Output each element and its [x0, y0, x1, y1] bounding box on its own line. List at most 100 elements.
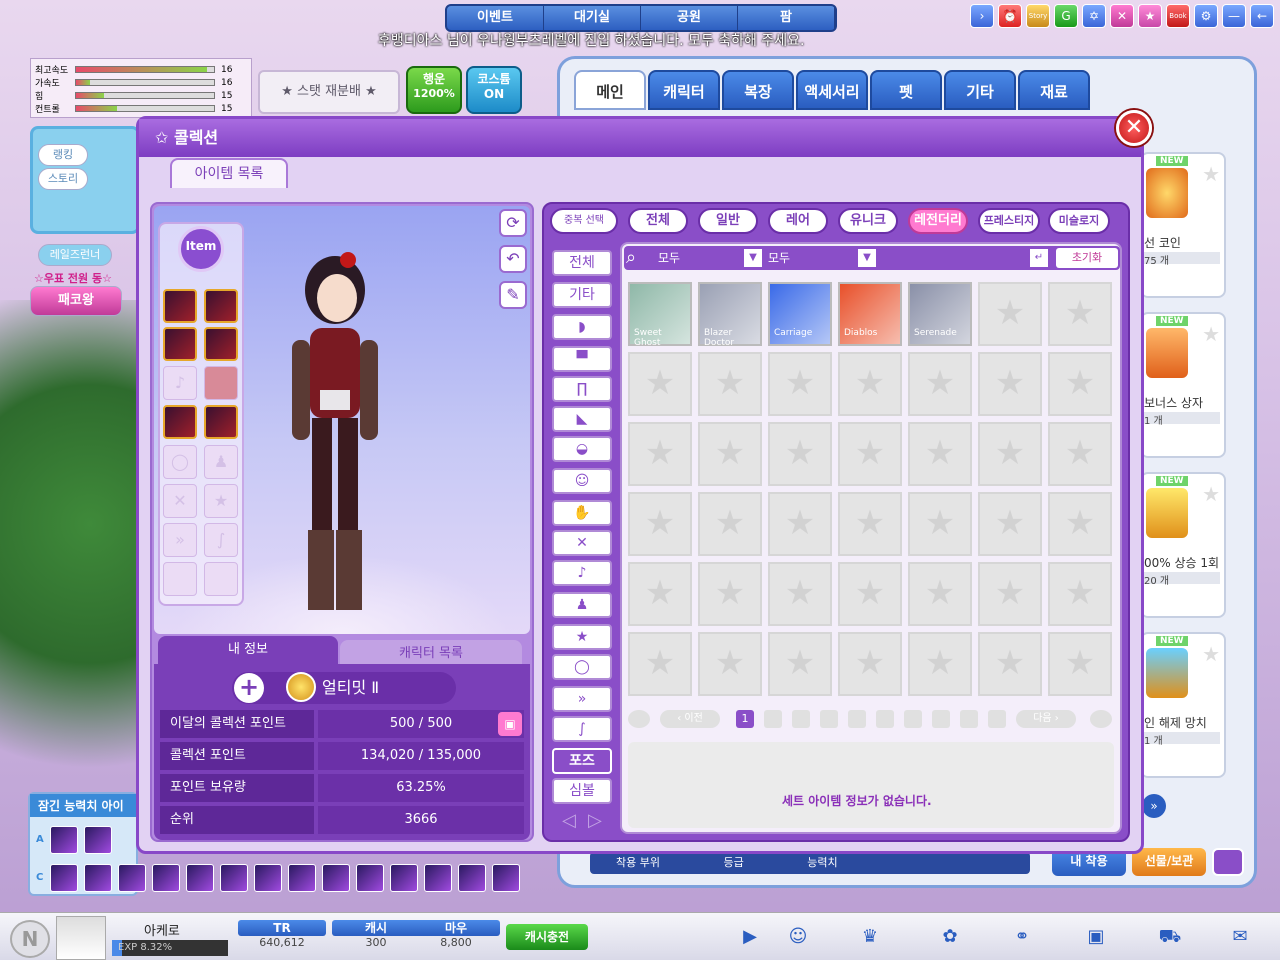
last-page-icon[interactable] [1090, 710, 1112, 728]
tab-pet[interactable]: 펫 [870, 70, 942, 110]
empty-item-slot[interactable]: ★ [838, 562, 902, 626]
empty-item-slot[interactable]: ★ [978, 562, 1042, 626]
cash-charge-button[interactable]: 캐시충전 [506, 924, 588, 950]
minimize-icon[interactable]: — [1222, 4, 1246, 28]
avatar[interactable] [56, 916, 106, 960]
trophy-icon[interactable]: ♛ [858, 926, 882, 948]
arrow-icon[interactable]: » [552, 686, 612, 712]
empty-item-slot[interactable]: ★ [978, 492, 1042, 556]
equip-slot-empty[interactable]: » [163, 523, 197, 557]
close-button[interactable]: ✕ [1116, 110, 1152, 146]
category-symbol[interactable]: 심볼 [552, 778, 612, 804]
next-page-icon[interactable]: » [1142, 794, 1166, 818]
wing-icon[interactable]: ✕ [552, 530, 612, 556]
ability-icon[interactable] [458, 864, 486, 892]
ability-icon[interactable] [220, 864, 248, 892]
empty-item-slot[interactable]: ★ [768, 492, 832, 556]
book-icon[interactable]: Book [1166, 4, 1190, 28]
empty-item-slot[interactable]: ★ [908, 632, 972, 696]
equip-slot[interactable] [163, 327, 197, 361]
favorite-star-icon[interactable]: ★ [1202, 162, 1220, 186]
tab-accessory[interactable]: 액세서리 [796, 70, 868, 110]
first-page-icon[interactable] [628, 710, 650, 728]
ability-icon[interactable] [356, 864, 384, 892]
ability-icon[interactable] [50, 826, 78, 854]
shoes-icon[interactable]: ◣ [552, 406, 612, 432]
ability-icon[interactable] [84, 826, 112, 854]
ability-icon[interactable] [84, 864, 112, 892]
empty-item-slot[interactable]: ★ [698, 352, 762, 416]
empty-item-slot[interactable]: ★ [978, 632, 1042, 696]
empty-item-slot[interactable]: ★ [978, 422, 1042, 486]
empty-item-slot[interactable]: ★ [768, 562, 832, 626]
gift-box-icon[interactable]: ▣ [498, 712, 522, 736]
empty-item-slot[interactable]: ★ [1048, 492, 1112, 556]
tab-my-info[interactable]: 내 정보 [158, 636, 338, 666]
pose-icon[interactable]: ✎ [499, 281, 527, 309]
collection-item[interactable]: Carriage [768, 282, 832, 346]
favorite-star-icon[interactable]: ★ [1202, 322, 1220, 346]
empty-item-slot[interactable]: ★ [838, 632, 902, 696]
gear-icon[interactable]: ⚙ [1194, 4, 1218, 28]
star-icon[interactable]: ✡ [1082, 4, 1106, 28]
empty-item-slot[interactable]: ★ [978, 352, 1042, 416]
dropdown-2-icon[interactable]: ▼ [858, 249, 876, 267]
tab-outfit[interactable]: 복장 [722, 70, 794, 110]
tail-icon[interactable]: ∫ [552, 716, 612, 742]
cart-icon[interactable]: ⛟ [1158, 926, 1182, 948]
equip-slot[interactable] [204, 405, 238, 439]
category-prev-icon[interactable]: ◁ [562, 810, 576, 831]
shop-card[interactable]: NEW ★ 00% 상승 1회 20 개 [1140, 472, 1226, 618]
empty-item-slot[interactable]: ★ [1048, 422, 1112, 486]
category-next-icon[interactable]: ▷ [588, 810, 602, 831]
item-list-tab[interactable]: 아이템 목록 [170, 158, 288, 188]
equip-slot-empty[interactable]: ★ [204, 484, 238, 518]
profile-icon[interactable] [1212, 848, 1244, 876]
collection-item[interactable]: Serenade [908, 282, 972, 346]
plus-icon[interactable]: + [234, 673, 264, 703]
star-icon[interactable]: ★ [552, 624, 612, 650]
enter-icon[interactable]: ↵ [1030, 249, 1048, 267]
collection-item[interactable]: Diablos [838, 282, 902, 346]
ability-icon[interactable] [322, 864, 350, 892]
ability-icon[interactable] [424, 864, 452, 892]
ability-icon[interactable] [152, 864, 180, 892]
ability-icon[interactable] [390, 864, 418, 892]
empty-item-slot[interactable]: ★ [698, 492, 762, 556]
equip-slot-empty[interactable]: ♟ [204, 445, 238, 479]
equip-slot-empty[interactable]: ∫ [204, 523, 238, 557]
favorite-star-icon[interactable]: ★ [1202, 642, 1220, 666]
empty-item-slot[interactable]: ★ [1048, 352, 1112, 416]
empty-item-slot[interactable]: ★ [908, 422, 972, 486]
play-icon[interactable]: ▶ [738, 926, 762, 948]
neck-icon[interactable]: ♪ [552, 560, 612, 586]
filter-normal[interactable]: 일반 [698, 208, 758, 234]
mode-button[interactable]: 레일즈런너 [38, 244, 112, 266]
filter-ability[interactable]: 능력치 [807, 856, 837, 869]
luck-button[interactable]: 행운 1200% [406, 66, 462, 114]
empty-item-slot[interactable]: ★ [908, 492, 972, 556]
ability-icon[interactable] [288, 864, 316, 892]
rotate-icon[interactable]: ⟳ [499, 209, 527, 237]
glove-icon[interactable]: ✋ [552, 500, 612, 526]
page-number[interactable]: 1 [736, 710, 754, 728]
search-icon[interactable]: ⌕ [626, 246, 636, 270]
nav-lobby[interactable]: 대기실 [544, 6, 641, 30]
ability-icon[interactable] [50, 864, 78, 892]
equip-slot[interactable] [163, 405, 197, 439]
category-all[interactable]: 전체 [552, 250, 612, 276]
equip-slot[interactable] [163, 289, 197, 323]
dropdown-1-icon[interactable]: ▼ [744, 249, 762, 267]
ability-icon[interactable] [186, 864, 214, 892]
bag-icon[interactable]: ♟ [552, 592, 612, 618]
collection-item[interactable]: Sweet Ghost [628, 282, 692, 348]
filter-mythology[interactable]: 미슬로지 [1048, 208, 1110, 234]
empty-item-slot[interactable]: ★ [628, 422, 692, 486]
empty-item-slot[interactable]: ★ [698, 422, 762, 486]
tab-material[interactable]: 재료 [1018, 70, 1090, 110]
filter-grade[interactable]: 등급 [723, 856, 743, 869]
shirt-icon[interactable]: ▀ [552, 346, 612, 372]
empty-item-slot[interactable]: ★ [908, 352, 972, 416]
bag-icon[interactable]: ▣ [1084, 926, 1108, 948]
pants-icon[interactable]: ∏ [552, 376, 612, 402]
